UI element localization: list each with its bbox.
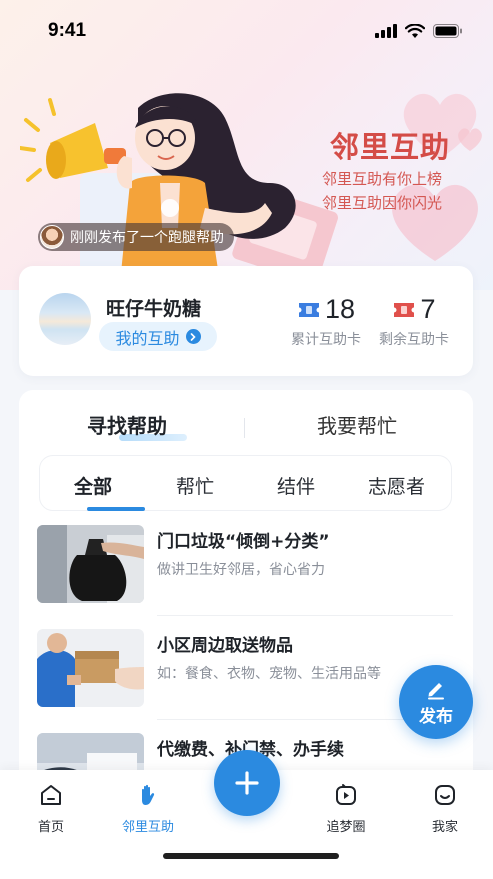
delivery-photo [37, 629, 144, 707]
status-icons [375, 23, 463, 39]
status-bar: 9:41 [0, 0, 493, 62]
publish-button[interactable]: 发布 [399, 665, 473, 739]
tab-my-home-label: 我家 [431, 820, 458, 835]
plus-icon [235, 771, 259, 795]
list-item[interactable]: 门口垃圾“倾倒+分类” 做讲卫生好邻居，省心省力 [37, 525, 453, 616]
add-button[interactable] [214, 750, 280, 816]
user-card: 旺仔牛奶糖 我的互助 18 累计互助卡 7 剩余互助卡 [19, 266, 473, 376]
heart-decoration-icon [458, 128, 482, 151]
item-title: 小区周边取送物品 [157, 636, 293, 656]
pen-icon [428, 682, 444, 699]
help-list-card: 寻找帮助 我要帮忙 全部 帮忙 结伴 志愿者 门口垃圾“倾倒+分类” 做讲卫生好… [19, 390, 473, 811]
signal-icon [375, 24, 397, 38]
play-icon [336, 784, 356, 805]
tab-neighbor-help-label: 邻里互助 [121, 820, 174, 835]
tab-dream-circle-label: 追梦圈 [326, 820, 366, 835]
tab-neighbor-help[interactable]: 邻里互助 [108, 782, 188, 835]
chevron-right-icon [185, 329, 201, 344]
stat-total-value: 18 [324, 294, 356, 324]
category-segment: 全部 帮忙 结伴 志愿者 [39, 455, 452, 511]
item-subtitle: 做讲卫生好邻居，省心省力 [157, 562, 325, 578]
hero-title: 邻里互助 [330, 130, 451, 164]
segment-help[interactable]: 帮忙 [176, 472, 214, 499]
notice-avatar [40, 225, 64, 249]
stat-total-label: 累计互助卡 [291, 332, 361, 348]
hero-banner[interactable]: 9:41 邻里互助 邻里互助有你上榜 邻里互助因你闪光 刚刚发布了一个跑腿帮助 [0, 0, 493, 290]
smile-icon [435, 785, 455, 805]
segment-indicator [87, 507, 145, 511]
notice-text: 刚刚发布了一个跑腿帮助 [70, 230, 224, 246]
user-name: 旺仔牛奶糖 [106, 298, 202, 320]
girl-megaphone-illustration [20, 93, 338, 283]
segment-companion[interactable]: 结伴 [277, 472, 315, 499]
home-indicator[interactable] [163, 853, 339, 859]
tab-dream-circle[interactable]: 追梦圈 [306, 782, 386, 835]
stat-total-cards[interactable]: 18 累计互助卡 [285, 294, 367, 349]
stat-remaining-value: 7 [420, 294, 436, 324]
tab-home-label: 首页 [37, 820, 64, 835]
battery-icon [433, 24, 462, 38]
tab-divider [244, 418, 245, 438]
stat-remaining-label: 剩余互助卡 [379, 332, 449, 348]
ticket-icon [394, 302, 415, 317]
home-icon [41, 785, 61, 805]
tab-offer-help[interactable]: 我要帮忙 [317, 410, 397, 439]
my-help-label: 我的互助 [115, 328, 180, 348]
stat-remaining-cards[interactable]: 7 剩余互助卡 [373, 294, 455, 349]
tab-find-help[interactable]: 寻找帮助 [87, 410, 167, 439]
segment-volunteer[interactable]: 志愿者 [368, 472, 425, 499]
hero-slogan-1: 邻里互助有你上榜 [322, 170, 443, 188]
avatar[interactable] [39, 293, 91, 345]
publish-label: 发布 [419, 706, 453, 727]
my-help-button[interactable]: 我的互助 [99, 322, 217, 351]
tab-home[interactable]: 首页 [11, 782, 91, 835]
list-item[interactable]: 小区周边取送物品 如：餐食、衣物、宠物、生活用品等 [37, 629, 453, 720]
wifi-icon [405, 23, 425, 38]
trash-bag-photo [37, 525, 144, 603]
segment-all[interactable]: 全部 [74, 472, 112, 499]
hero-slogan-2: 邻里互助因你闪光 [322, 194, 443, 212]
status-time: 9:41 [48, 20, 87, 41]
hand-icon [142, 784, 155, 805]
divider [157, 615, 453, 616]
item-title: 门口垃圾“倾倒+分类” [157, 532, 330, 552]
tab-my-home[interactable]: 我家 [405, 782, 485, 835]
activity-notice[interactable]: 刚刚发布了一个跑腿帮助 [38, 223, 234, 251]
ticket-icon [298, 302, 319, 317]
item-subtitle: 如：餐食、衣物、宠物、生活用品等 [157, 666, 381, 682]
